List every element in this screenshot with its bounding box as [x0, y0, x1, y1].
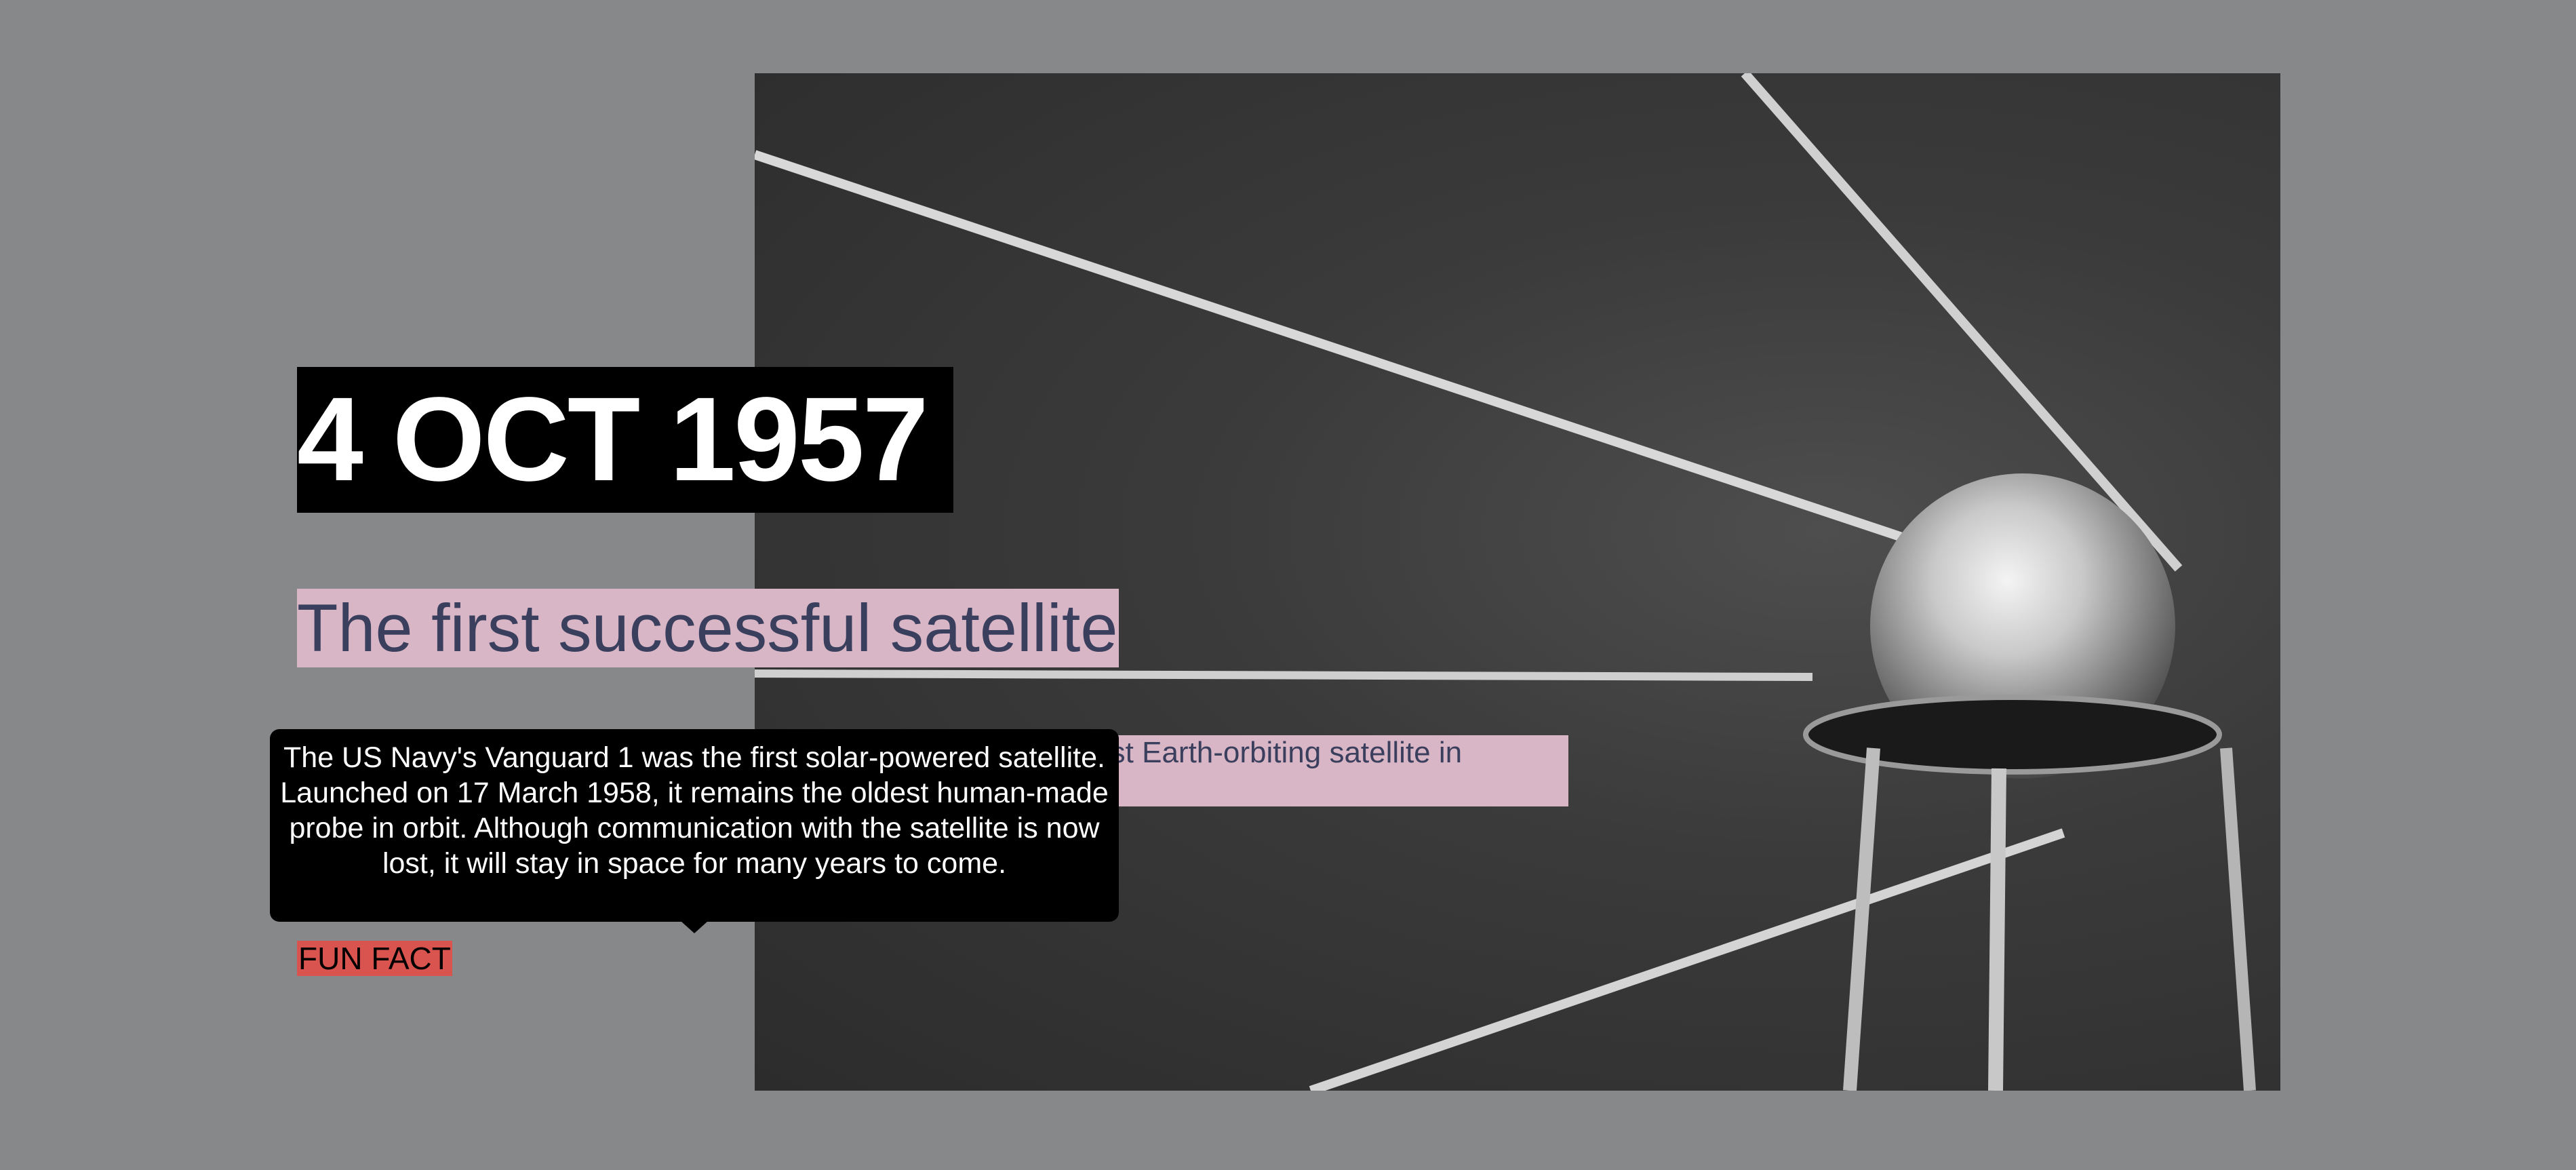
- date-heading: 4 OCT 1957: [297, 367, 953, 513]
- tooltip-text: The US Navy's Vanguard 1 was the first s…: [280, 741, 1109, 880]
- sputnik-illustration: [755, 73, 2256, 1091]
- description-text: rst Earth-orbiting satellite in: [1101, 736, 1463, 769]
- slide-subtitle: The first successful satellite: [297, 589, 1119, 667]
- sputnik-photo: [755, 73, 2280, 1091]
- fun-fact-button[interactable]: FUN FACT: [297, 941, 452, 976]
- fun-fact-tooltip: The US Navy's Vanguard 1 was the first s…: [270, 729, 1119, 922]
- tooltip-arrow: [681, 921, 708, 933]
